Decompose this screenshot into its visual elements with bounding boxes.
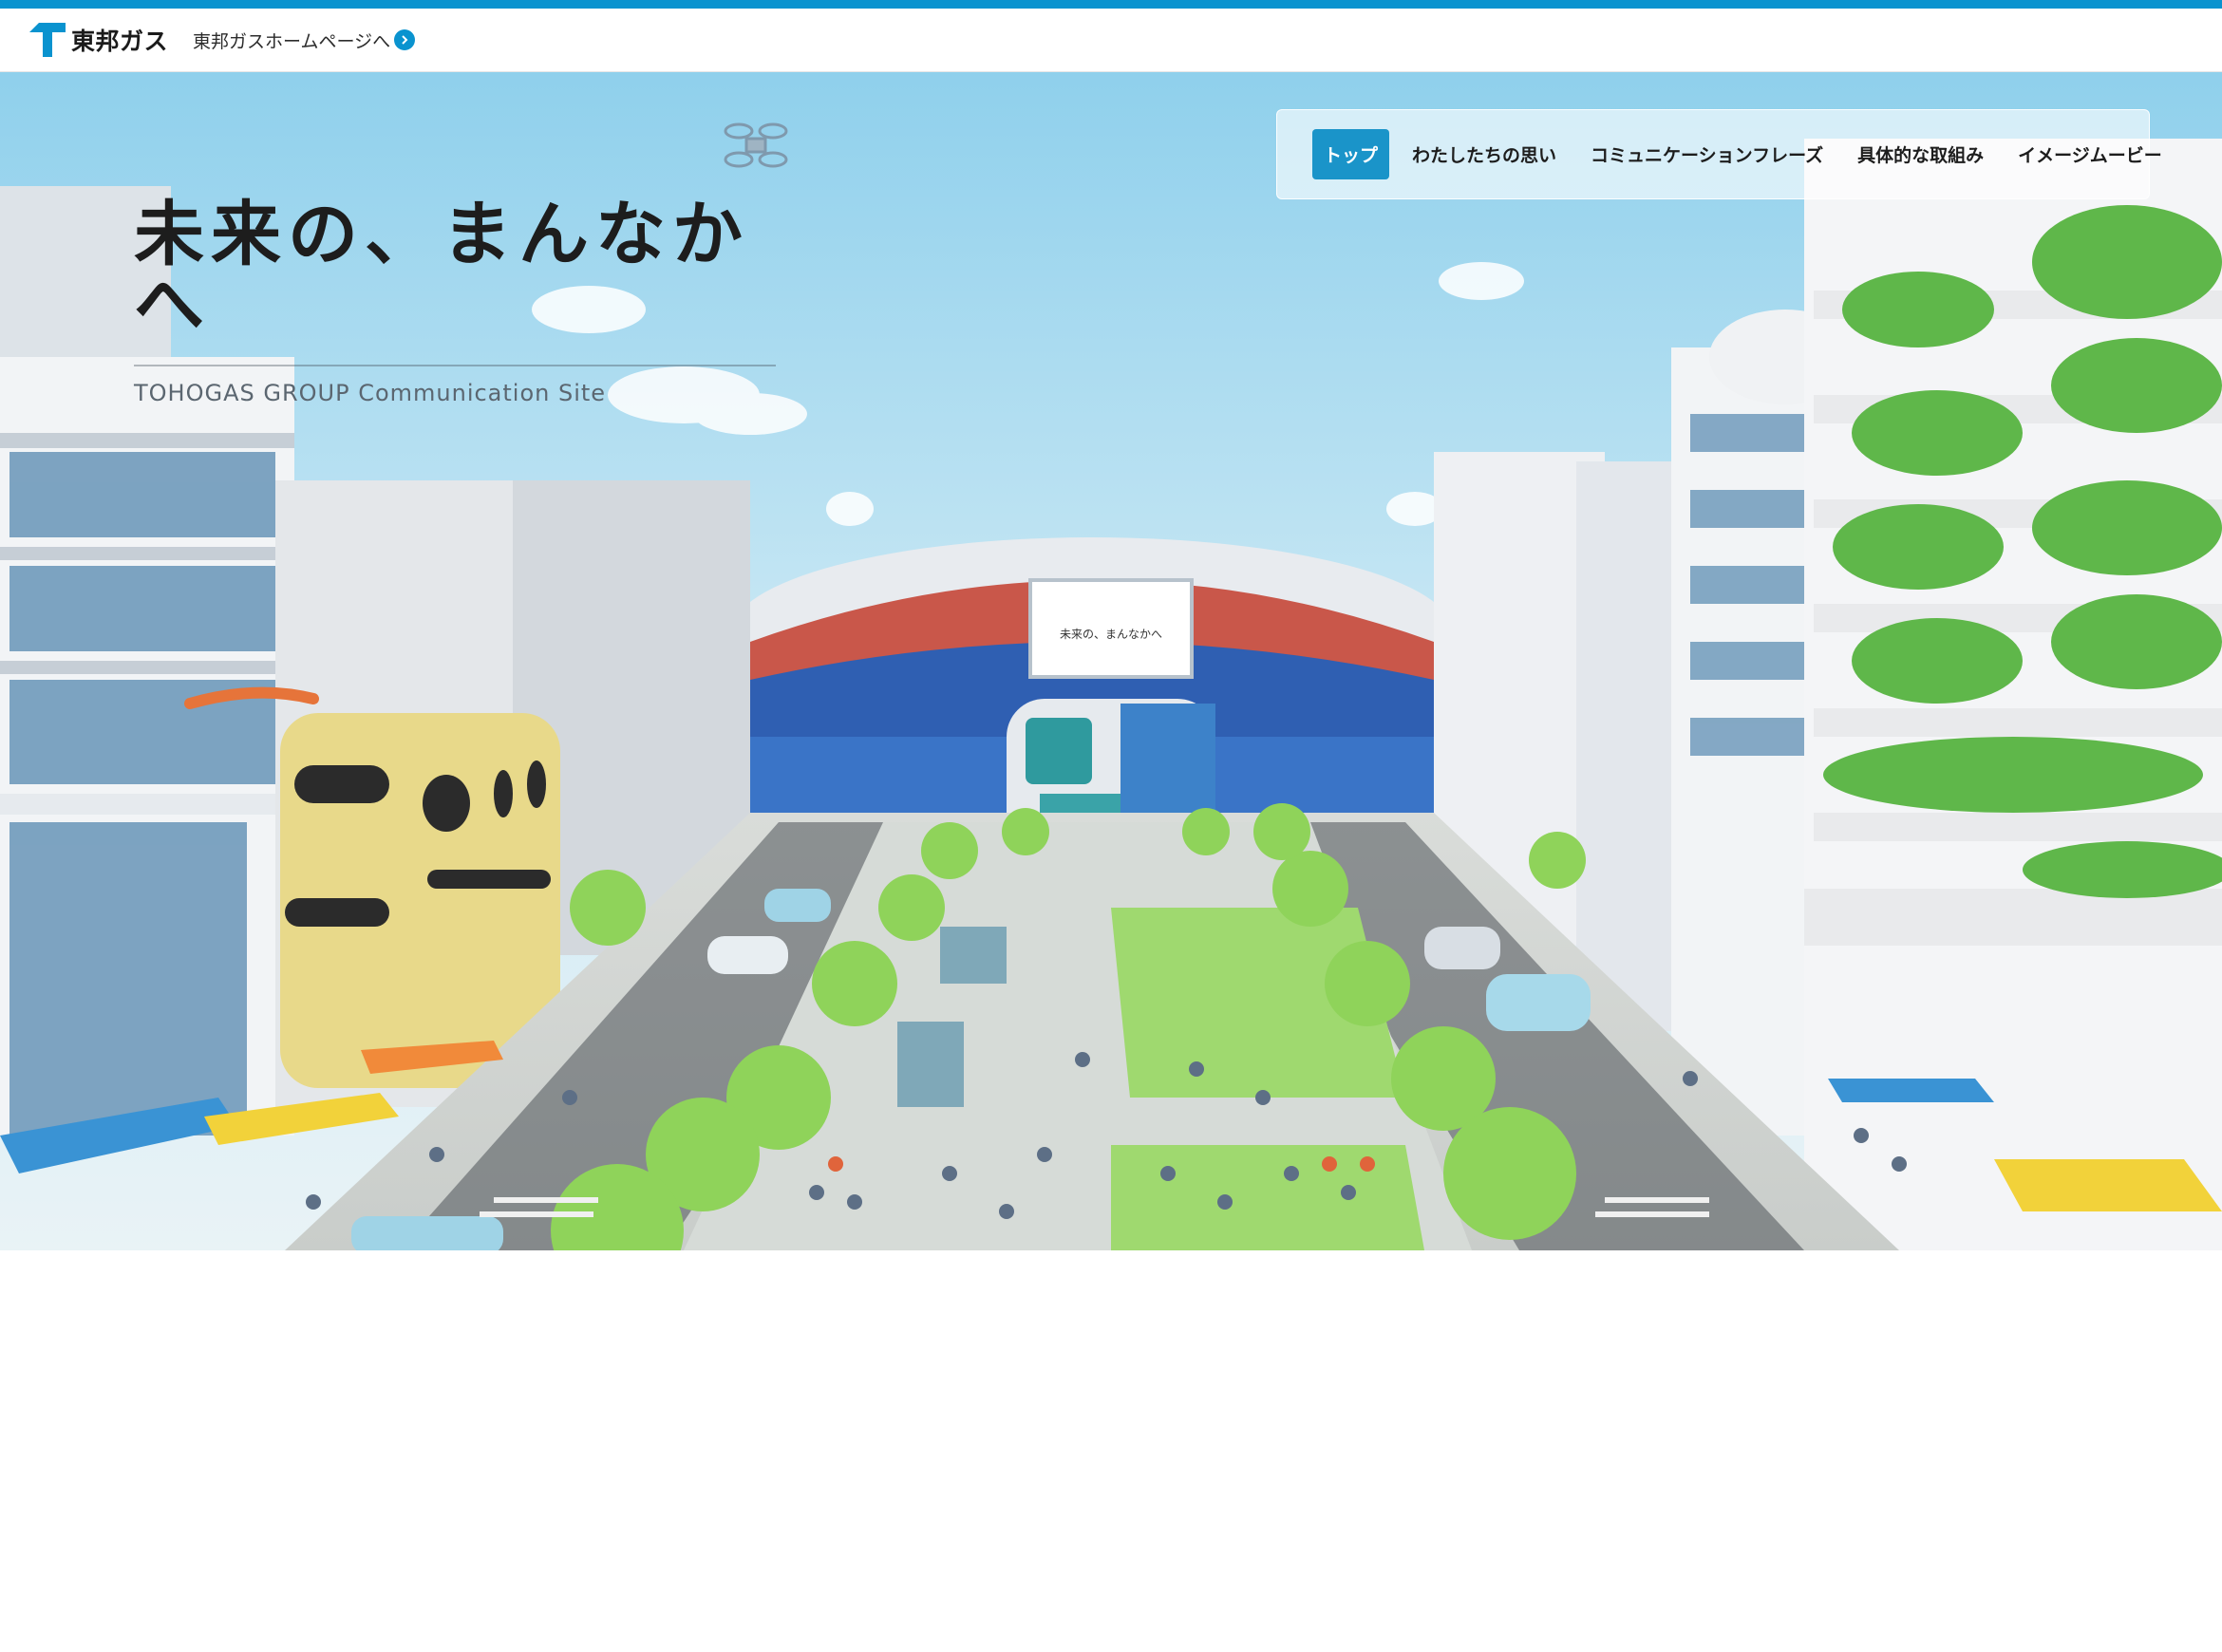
nav-item-image-movie[interactable]: イメージムービー (2018, 141, 2162, 167)
hero-section: 未来の、まんなかへ 未来の、まんなかへ TOHOGAS GROUP Commun… (0, 72, 2222, 1250)
nav-item-our-thoughts[interactable]: わたしたちの思い (1412, 141, 1556, 167)
nav-item-initiatives[interactable]: 具体的な取組み (1857, 141, 1984, 167)
hero-title: 未来の、まんなかへ (134, 194, 749, 346)
nav-item-communication-phrase[interactable]: コミュニケーションフレーズ (1591, 141, 1823, 167)
main-nav: トップ わたしたちの思い コミュニケーションフレーズ 具体的な取組み イメージム… (1276, 109, 2162, 199)
logo-text: 東邦ガス (71, 28, 169, 55)
home-page-link[interactable]: 東邦ガスホームページへ (193, 28, 416, 53)
brand-topline (0, 0, 2222, 9)
hero-title-block: 未来の、まんなかへ TOHOGAS GROUP Communication Si… (134, 199, 776, 406)
stadium-screen-text: 未来の、まんなかへ (1060, 628, 1162, 641)
hero-subtitle: TOHOGAS GROUP Communication Site (134, 380, 607, 406)
nav-item-top[interactable]: トップ (1312, 129, 1390, 179)
tohogas-logo-icon (28, 23, 66, 57)
home-page-link-label: 東邦ガスホームページへ (193, 30, 391, 52)
tohogas-logo[interactable]: 東邦ガス (28, 21, 168, 59)
chevron-right-icon (394, 29, 416, 50)
title-divider (134, 365, 776, 366)
site-header: 東邦ガス 東邦ガスホームページへ (0, 9, 2222, 73)
